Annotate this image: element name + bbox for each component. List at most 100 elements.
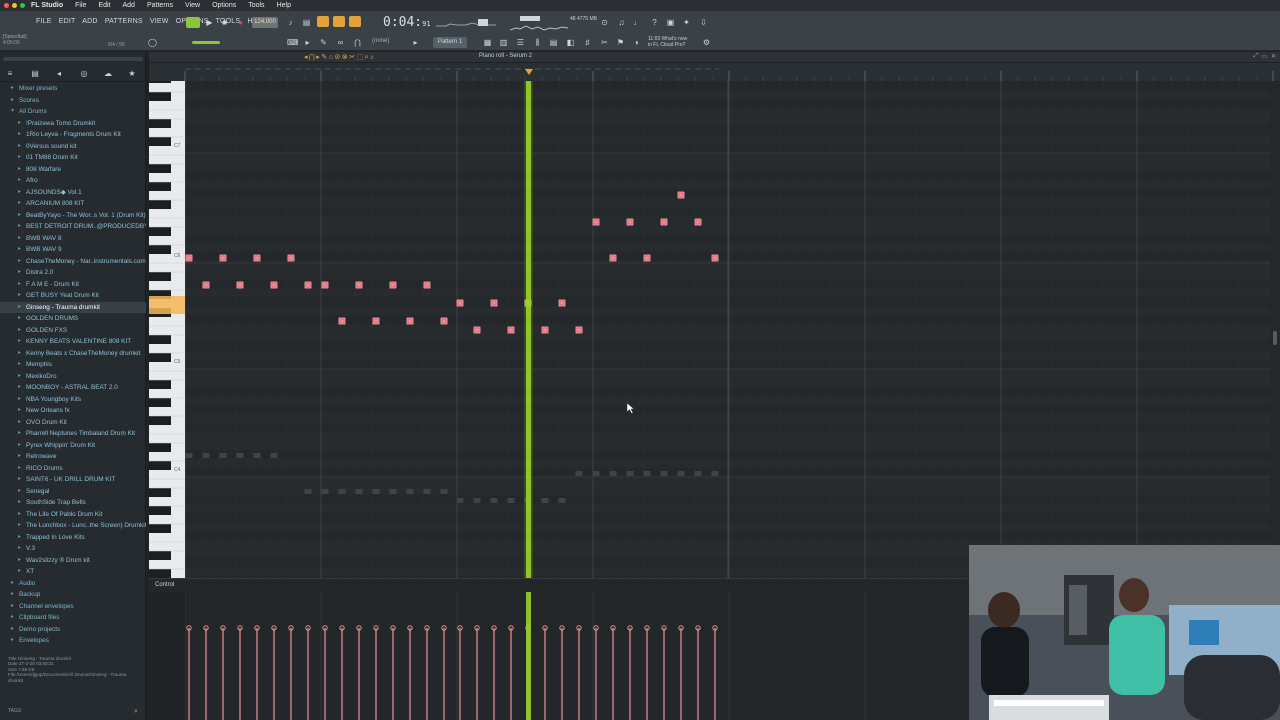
browser-search-icon[interactable]: ◎ <box>78 69 90 79</box>
menu-tools[interactable]: Tools <box>248 2 264 9</box>
tempo-display[interactable]: 124.000 <box>252 17 278 28</box>
menu-options[interactable]: Options <box>212 2 236 9</box>
online-icon[interactable]: ⊙ <box>600 18 609 27</box>
fl-menu-add[interactable]: ADD <box>82 18 97 25</box>
browser-item[interactable]: ▸ Retrowave <box>0 451 146 463</box>
browser-item[interactable]: ▸ F A M E - Drum Kit <box>0 279 146 291</box>
master-volume-slider[interactable] <box>192 41 220 44</box>
menu-patterns[interactable]: Patterns <box>147 2 173 9</box>
browser-item[interactable]: ▸ BWB WAV 9 <box>0 244 146 256</box>
browser-item[interactable]: ▸ AJSOUNDS◆ Vol.1 <box>0 187 146 199</box>
video-icon[interactable]: ◐ <box>633 38 642 47</box>
browser-item[interactable]: ▸ BWB WAV 8 <box>0 233 146 245</box>
browser-icon[interactable]: ▤ <box>549 38 558 47</box>
tools-icon[interactable]: ✂ <box>600 38 609 47</box>
browser-item[interactable]: ▸ Trapped In Love Kits <box>0 532 146 544</box>
browser-item[interactable]: ▸ The Lunchbox - Lunc..the Screen) Drumki… <box>0 520 146 532</box>
browser-item[interactable]: ▸ ARCANIUM 808 KIT <box>0 198 146 210</box>
record-icon[interactable]: ● <box>236 18 245 27</box>
close-window-button[interactable] <box>4 3 9 8</box>
blend-notes-toggle[interactable] <box>349 16 361 27</box>
help-icon[interactable]: ? <box>650 18 659 27</box>
browser-item[interactable]: ▸ KENNY BEATS VALENTINE 808 KIT <box>0 336 146 348</box>
control-selector[interactable]: Control <box>155 582 174 588</box>
metronome-icon[interactable]: ♪ <box>286 18 295 27</box>
browser-item[interactable]: ▸ Kenny Beats x ChaseTheMoney drumkit <box>0 348 146 360</box>
browser-item[interactable]: ▸ OVO Drum Kit <box>0 417 146 429</box>
fl-menu-file[interactable]: FILE <box>36 18 52 25</box>
piano-icon[interactable]: ♫ <box>617 18 626 27</box>
browser-item[interactable]: ▸ Channel envelopes <box>0 601 146 613</box>
browser-item[interactable]: ▸ GOLDEN FXS <box>0 325 146 337</box>
wait-icon[interactable]: ▤ <box>302 18 311 27</box>
note-grid[interactable] <box>185 81 1270 578</box>
link-icon[interactable]: ∞ <box>336 38 345 47</box>
browser-item[interactable]: ▸ 0Versus sound kit <box>0 141 146 153</box>
pr-draw-icon[interactable]: ✎ <box>321 54 328 61</box>
browser-item[interactable]: ▸ Senegal <box>0 486 146 498</box>
vertical-scrollbar[interactable] <box>1270 81 1280 578</box>
mixer-icon[interactable]: ⫼ <box>533 38 542 47</box>
browser-item[interactable]: ▸ NBA Youngboy Kits <box>0 394 146 406</box>
mic-icon[interactable]: ♩ <box>633 18 642 27</box>
step-edit-toggle[interactable] <box>333 16 345 27</box>
scrollbar-thumb[interactable] <box>1273 331 1277 345</box>
piano-roll-icon[interactable]: ▥ <box>499 38 508 47</box>
fl-menu-edit[interactable]: EDIT <box>59 18 76 25</box>
browser-item[interactable]: ▸ RICO Drums <box>0 463 146 475</box>
browser-item[interactable]: ▸ Pyrex Whippin' Drum Kit <box>0 440 146 452</box>
browser-item[interactable]: ▸ New Orleans fx <box>0 405 146 417</box>
pr-minimize-icon[interactable]: ⤢ <box>1253 53 1258 60</box>
browser-item[interactable]: ▸ Envelopes <box>0 635 146 647</box>
touch-keyboard-icon[interactable]: ♯ <box>583 38 592 47</box>
minimize-window-button[interactable] <box>12 3 17 8</box>
browser-item[interactable]: ▸ Scores <box>0 95 146 107</box>
browser-item[interactable]: ▸ !Praizewa Tomo Drumkit <box>0 118 146 130</box>
menu-view[interactable]: View <box>185 2 200 9</box>
browser-item[interactable]: ▸ Ginseng - Trauma drumkit <box>0 301 146 313</box>
piano-keyboard[interactable]: C7 C6 C5 C4 <box>149 74 185 588</box>
browser-back-icon[interactable]: ◂ <box>53 69 65 79</box>
pr-slice-icon[interactable]: ✂ <box>349 54 356 61</box>
browser-item[interactable]: ▸ BEST DETROIT DRUM..@PRODUCEDBYAVEN <box>0 221 146 233</box>
countdown-toggle[interactable] <box>317 16 329 27</box>
browser-item[interactable]: ▸ BeatByYayo - The Wor..s Vol. 1 (Drum Ki… <box>0 210 146 222</box>
pattern-selector[interactable]: Pattern 1 <box>433 37 467 48</box>
browser-search-input[interactable] <box>3 57 143 61</box>
browser-item[interactable]: ▸ SouthSide Trap Bells <box>0 497 146 509</box>
arrow-right-icon[interactable]: ▸ <box>303 38 312 47</box>
pr-select-icon[interactable]: ⬚ <box>357 54 365 61</box>
browser-item[interactable]: ▸ Audio <box>0 578 146 590</box>
pencil-icon[interactable]: ✎ <box>319 38 328 47</box>
browser-item[interactable]: ▸ SAINT6 - UK DRILL DRUM KIT <box>0 474 146 486</box>
browser-item[interactable]: ▸ Memphis <box>0 359 146 371</box>
browser-item[interactable]: ▸ The Life Of Pablo Drum Kit <box>0 509 146 521</box>
browser-cloud-icon[interactable]: ☁ <box>102 69 114 79</box>
browser-item[interactable]: ▸ 808 Warfare <box>0 164 146 176</box>
pr-playback-icon[interactable]: ♪ <box>370 54 375 61</box>
browser-item[interactable]: ▸ MOONBOY - ASTRAL BEAT 2.0 <box>0 382 146 394</box>
keyboard-icon[interactable]: ⌨ <box>287 38 299 47</box>
tags-label[interactable]: TAGS <box>8 708 21 714</box>
browser-menu-icon[interactable]: ≡ <box>4 69 16 79</box>
playlist-icon[interactable]: ▦ <box>483 38 492 47</box>
magnet-icon[interactable]: ⋂ <box>353 38 362 47</box>
stop-icon[interactable]: ■ <box>220 18 229 27</box>
play-icon[interactable]: ▶ <box>205 18 214 27</box>
plugin-icon[interactable]: ✦ <box>682 18 691 27</box>
browser-item[interactable]: ▸ MexikoDro <box>0 371 146 383</box>
browser-star-icon[interactable]: ★ <box>126 69 138 79</box>
browser-item[interactable]: ▸ V.3 <box>0 543 146 555</box>
browser-item[interactable]: ▸ GET BUSY Yeat Drum Kit <box>0 290 146 302</box>
menu-add[interactable]: Add <box>123 2 135 9</box>
browser-item[interactable]: ▸ 1Rio Leyva - Fragments Drum Kit <box>0 129 146 141</box>
plugin-picker-icon[interactable]: ◧ <box>566 38 575 47</box>
browser-item[interactable]: ▸ ChaseTheMoney - Nar..instrumentals.com) <box>0 256 146 268</box>
browser-item[interactable]: ▸ 01 TM88 Drum Kit <box>0 152 146 164</box>
fl-menu-view[interactable]: VIEW <box>150 18 169 25</box>
save-icon[interactable]: ▣ <box>666 18 675 27</box>
snap-select[interactable]: (none) <box>372 38 389 44</box>
browser-item[interactable]: ▸ Demo projects <box>0 624 146 636</box>
main-volume-knob-icon[interactable]: ◯ <box>148 38 157 47</box>
browser-files-icon[interactable]: ▤ <box>29 69 41 79</box>
